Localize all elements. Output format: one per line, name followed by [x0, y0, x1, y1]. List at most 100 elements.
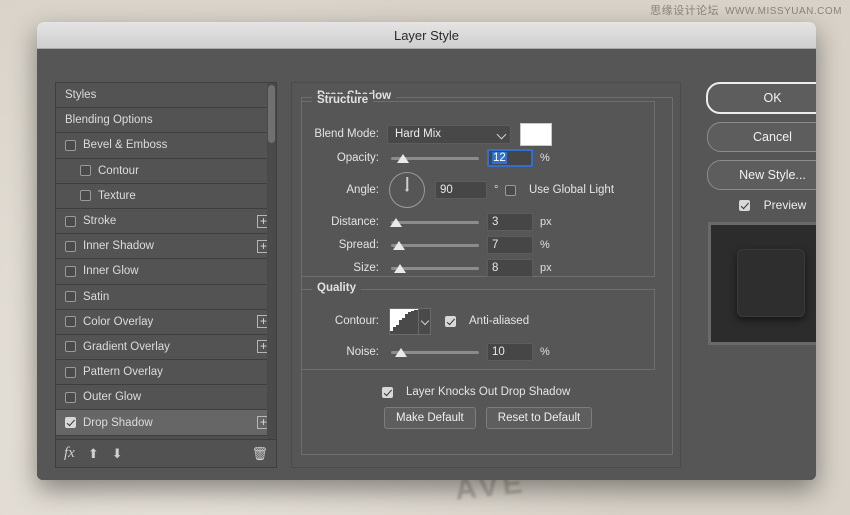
- sidebar-scrollbar[interactable]: [267, 83, 276, 439]
- arrow-down-icon[interactable]: ⬇: [112, 447, 123, 460]
- distance-slider-knob[interactable]: [390, 218, 402, 227]
- desktop-background: AVE 思缘设计论坛WWW.MISSYUAN.COM Layer Style S…: [0, 0, 850, 515]
- preview-toggle-row[interactable]: Preview: [695, 198, 816, 212]
- noise-unit: %: [540, 346, 556, 358]
- reset-to-default-button[interactable]: Reset to Default: [486, 407, 592, 429]
- structure-group-title: Structure: [312, 94, 373, 106]
- layer-knocks-out-row[interactable]: Layer Knocks Out Drop Shadow: [382, 386, 570, 398]
- noise-slider-knob[interactable]: [395, 348, 407, 357]
- distance-unit: px: [540, 216, 556, 228]
- size-slider[interactable]: [387, 260, 479, 276]
- make-default-button[interactable]: Make Default: [384, 407, 476, 429]
- watermark-chinese: 思缘设计论坛: [650, 5, 719, 17]
- layer-knocks-out-label: Layer Knocks Out Drop Shadow: [406, 386, 570, 398]
- noise-input[interactable]: 10: [487, 343, 533, 361]
- chevron-down-icon: [421, 316, 429, 324]
- anti-aliased-label: Anti-aliased: [469, 315, 529, 327]
- size-slider-knob[interactable]: [394, 264, 406, 273]
- blend-mode-row: Blend Mode: Hard Mix: [302, 124, 654, 144]
- layer-style-dialog: Layer Style StylesBlending OptionsBevel …: [37, 22, 816, 480]
- style-row-satin[interactable]: Satin: [56, 285, 276, 310]
- opacity-unit: %: [540, 152, 556, 164]
- structure-group: Structure Blend Mode: Hard Mix Opacity:: [301, 101, 655, 277]
- blend-mode-label: Blend Mode:: [302, 128, 387, 140]
- style-checkbox-9[interactable]: [65, 316, 76, 327]
- style-checkbox-13[interactable]: [65, 417, 76, 428]
- style-checkbox-5[interactable]: [65, 216, 76, 227]
- style-checkbox-6[interactable]: [65, 241, 76, 252]
- shadow-color-swatch[interactable]: [520, 123, 552, 146]
- noise-slider[interactable]: [387, 344, 479, 360]
- style-row-inner-shadow[interactable]: Inner Shadow+: [56, 234, 276, 259]
- arrow-up-icon[interactable]: ⬆: [88, 447, 99, 460]
- style-row-label: Drop Shadow: [83, 417, 257, 429]
- styles-list: StylesBlending OptionsBevel & EmbossCont…: [56, 83, 276, 439]
- opacity-slider[interactable]: [387, 150, 479, 166]
- style-row-styles[interactable]: Styles: [56, 83, 276, 108]
- distance-input[interactable]: 3: [487, 213, 533, 231]
- style-checkbox-7[interactable]: [65, 266, 76, 277]
- spread-row: Spread: 7 %: [302, 235, 654, 255]
- anti-aliased-row[interactable]: Anti-aliased: [445, 315, 529, 327]
- new-style-button[interactable]: New Style...: [707, 160, 817, 190]
- sidebar-scrollbar-thumb[interactable]: [268, 85, 275, 143]
- anti-aliased-checkbox[interactable]: [445, 316, 456, 327]
- quality-group: Quality Contour:: [301, 289, 655, 370]
- blend-mode-select-wrapper[interactable]: Hard Mix: [387, 125, 511, 144]
- trash-icon[interactable]: 🗑: [251, 447, 268, 460]
- style-checkbox-8[interactable]: [65, 291, 76, 302]
- spread-input[interactable]: 7: [487, 236, 533, 254]
- preview-thumbnail: [708, 222, 817, 345]
- use-global-light-label: Use Global Light: [529, 184, 614, 196]
- style-row-stroke[interactable]: Stroke+: [56, 209, 276, 234]
- style-row-outer-glow[interactable]: Outer Glow: [56, 385, 276, 410]
- style-row-contour[interactable]: Contour: [56, 159, 276, 184]
- ok-button[interactable]: OK: [706, 82, 817, 114]
- style-checkbox-3[interactable]: [80, 165, 91, 176]
- blend-mode-select[interactable]: Hard Mix: [387, 125, 511, 144]
- angle-value: 90: [440, 184, 453, 196]
- style-checkbox-2[interactable]: [65, 140, 76, 151]
- use-global-light-checkbox[interactable]: [505, 185, 516, 196]
- opacity-slider-knob[interactable]: [397, 154, 409, 163]
- contour-row: Contour:: [302, 306, 654, 336]
- style-checkbox-4[interactable]: [80, 190, 91, 201]
- angle-label: Angle:: [302, 184, 387, 196]
- distance-slider[interactable]: [387, 214, 479, 230]
- spread-slider-knob[interactable]: [393, 241, 405, 250]
- style-checkbox-12[interactable]: [65, 392, 76, 403]
- contour-curve-thumbnail: [390, 309, 418, 334]
- angle-input[interactable]: 90: [435, 181, 487, 199]
- sidebar-footer-toolbar: fx ⬆ ⬇ 🗑: [56, 439, 276, 467]
- style-checkbox-10[interactable]: [65, 341, 76, 352]
- style-row-texture[interactable]: Texture: [56, 184, 276, 209]
- angle-dial[interactable]: [389, 172, 425, 208]
- preview-checkbox[interactable]: [739, 200, 750, 211]
- distance-value: 3: [492, 216, 498, 228]
- size-row: Size: 8 px: [302, 258, 654, 278]
- opacity-input[interactable]: 12: [487, 149, 533, 167]
- fx-icon[interactable]: fx: [64, 446, 75, 461]
- style-row-label: Texture: [98, 190, 270, 202]
- style-row-blending-options[interactable]: Blending Options: [56, 108, 276, 133]
- contour-dropdown-button[interactable]: [418, 309, 430, 334]
- dialog-titlebar[interactable]: Layer Style: [37, 22, 816, 49]
- contour-preset-picker[interactable]: [389, 308, 431, 335]
- size-input[interactable]: 8: [487, 259, 533, 277]
- style-row-drop-shadow[interactable]: Drop Shadow+: [56, 410, 276, 435]
- use-global-light-row[interactable]: Use Global Light: [505, 184, 614, 196]
- style-row-color-overlay[interactable]: Color Overlay+: [56, 310, 276, 335]
- cancel-button[interactable]: Cancel: [707, 122, 817, 152]
- default-buttons-row: Make Default Reset to Default: [384, 407, 592, 429]
- style-row-bevel-emboss[interactable]: Bevel & Emboss: [56, 133, 276, 158]
- style-row-label: Satin: [83, 291, 270, 303]
- spread-slider[interactable]: [387, 237, 479, 253]
- layer-knocks-out-checkbox[interactable]: [382, 387, 393, 398]
- style-row-inner-glow[interactable]: Inner Glow: [56, 259, 276, 284]
- angle-dial-center-dot: [406, 189, 409, 192]
- style-row-gradient-overlay[interactable]: Gradient Overlay+: [56, 335, 276, 360]
- style-checkbox-11[interactable]: [65, 367, 76, 378]
- style-row-label: Inner Glow: [83, 265, 270, 277]
- style-row-pattern-overlay[interactable]: Pattern Overlay: [56, 360, 276, 385]
- style-row-label: Color Overlay: [83, 316, 257, 328]
